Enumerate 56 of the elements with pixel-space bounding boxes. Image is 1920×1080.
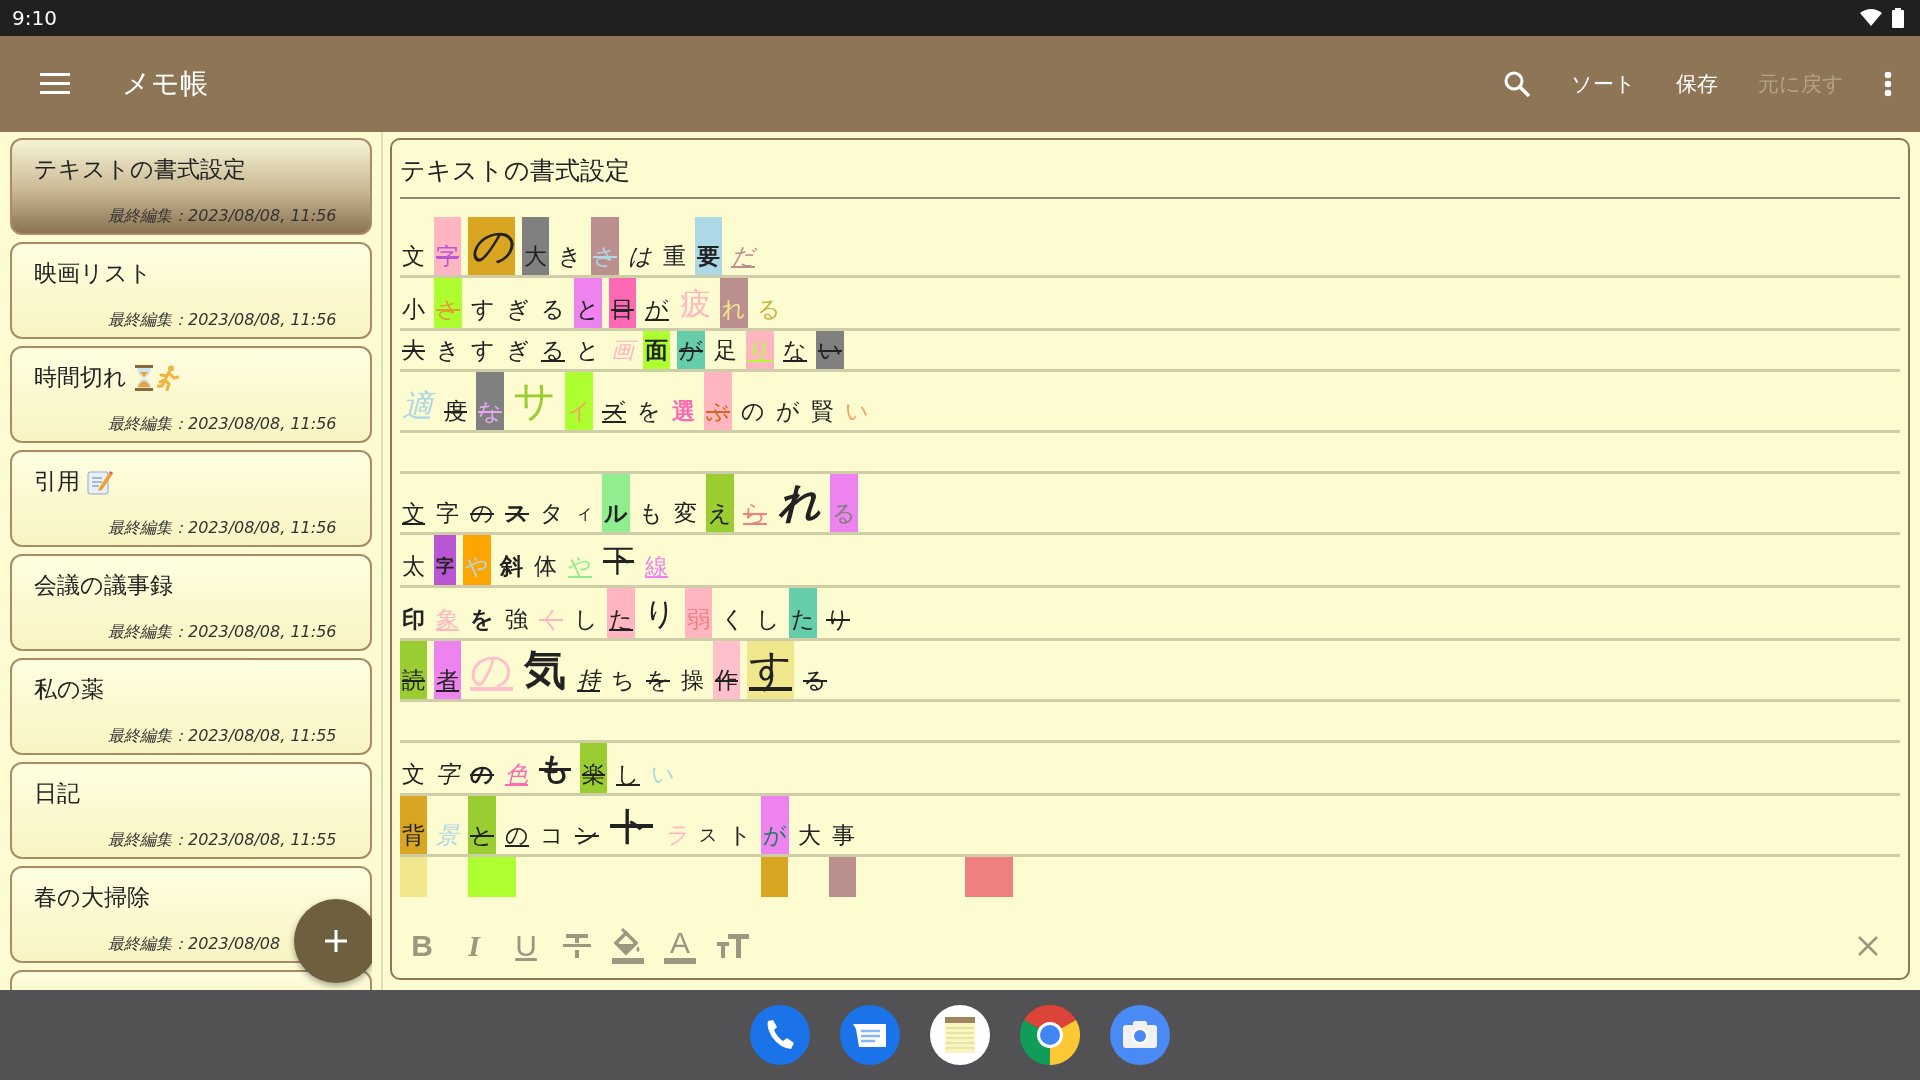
note-title: 会議の議事録 bbox=[34, 571, 173, 600]
menu-icon[interactable] bbox=[40, 73, 70, 95]
camera-app-icon[interactable] bbox=[1110, 1005, 1170, 1065]
messages-app-icon[interactable] bbox=[840, 1005, 900, 1065]
app-title: メモ帳 bbox=[122, 66, 208, 102]
strikethrough-icon[interactable] bbox=[562, 932, 592, 960]
last-edited-time: 最終編集：2023/08/08, 11:55 bbox=[108, 725, 338, 747]
last-edited-time: 最終編集：2023/08/08, 11:56 bbox=[108, 621, 338, 643]
note-card[interactable]: 日記 最終編集：2023/08/08, 11:55 bbox=[10, 762, 372, 859]
note-card[interactable]: 引用 最終編集：2023/08/08, 11:56 bbox=[10, 450, 372, 547]
last-edited-time: 最終編集：2023/08/08 bbox=[108, 933, 282, 955]
text-line[interactable]: 読 者 の 気 持 ち を 操 作 す る bbox=[400, 641, 836, 699]
battery-icon bbox=[1892, 8, 1904, 28]
note-card[interactable]: 会議の議事録 最終編集：2023/08/08, 11:56 bbox=[10, 554, 372, 651]
text-line[interactable]: 印 象 を 強 く し た り 弱 く し た り bbox=[400, 588, 859, 638]
last-edited-time: 最終編集：2023/08/08, 11:56 bbox=[108, 517, 338, 539]
action-button[interactable]: 保存 bbox=[1676, 64, 1718, 104]
memo-icon bbox=[87, 468, 113, 495]
text-line[interactable]: 太 字 や 斜 体 や 下 線 bbox=[400, 535, 677, 585]
last-edited-time: 最終編集：2023/08/08, 11:56 bbox=[108, 205, 338, 227]
note-title: 春の大掃除 bbox=[34, 883, 150, 912]
search-icon[interactable] bbox=[1503, 70, 1531, 98]
close-icon[interactable] bbox=[1858, 936, 1878, 956]
note-card[interactable]: 時間切れ 最終編集：2023/08/08, 11:56 bbox=[10, 346, 372, 443]
text-line[interactable]: 背 景 と の コ ン ト ラ ス ト が 大 事 bbox=[400, 796, 864, 854]
action-button[interactable]: ソート bbox=[1571, 64, 1636, 104]
note-title: 映画リスト bbox=[34, 259, 152, 288]
note-card[interactable]: 私の薬 最終編集：2023/08/08, 11:55 bbox=[10, 658, 372, 755]
note-card[interactable]: テキストの書式設定 最終編集：2023/08/08, 11:56 bbox=[10, 138, 372, 235]
note-title: 時間切れ bbox=[34, 363, 127, 392]
text-line[interactable]: 文 字 の 色 も 楽 し い bbox=[400, 743, 684, 793]
more-icon[interactable] bbox=[1884, 71, 1892, 97]
text-line[interactable]: 文 字 の 大 き さ は 重 要 だ bbox=[400, 217, 764, 275]
note-title: 私の薬 bbox=[34, 675, 104, 704]
last-edited-time: 最終編集：2023/08/08, 11:56 bbox=[108, 309, 338, 331]
runner-icon bbox=[157, 364, 179, 391]
wifi-icon bbox=[1860, 9, 1882, 27]
note-title: 日記 bbox=[34, 779, 80, 808]
paint-bucket-icon[interactable] bbox=[612, 927, 644, 965]
notepad-app-icon[interactable] bbox=[930, 1005, 990, 1065]
last-edited-time: 最終編集：2023/08/08, 11:56 bbox=[108, 413, 338, 435]
browser-app-icon[interactable] bbox=[1020, 1005, 1080, 1065]
note-title: テキストの書式設定 bbox=[34, 155, 246, 184]
title-field[interactable]: テキストの書式設定 bbox=[400, 154, 1900, 199]
text-line[interactable]: 適 度 な サ イ ズ を 選 ぶ の が 賢 い bbox=[400, 372, 878, 430]
last-edited-time: 最終編集：2023/08/08, 11:55 bbox=[108, 829, 338, 851]
hourglass-icon bbox=[134, 364, 154, 391]
text-line[interactable]: 小 さ す ぎ る と 目 が 疲 れ る bbox=[400, 278, 790, 328]
clock-time: 9:10 bbox=[12, 6, 57, 30]
text-line[interactable]: 文 字 の ス タ ィ ル も 変 え ら れ る bbox=[400, 474, 865, 532]
text-line[interactable]: 大 き す ぎ る と 画 面 が 足 り な い bbox=[400, 331, 851, 369]
note-card[interactable]: 映画リスト 最終編集：2023/08/08, 11:56 bbox=[10, 242, 372, 339]
text-size-icon[interactable] bbox=[716, 932, 750, 960]
note-title: 引用 bbox=[34, 467, 80, 496]
plus-icon bbox=[324, 929, 348, 953]
phone-app-icon[interactable] bbox=[750, 1005, 810, 1065]
